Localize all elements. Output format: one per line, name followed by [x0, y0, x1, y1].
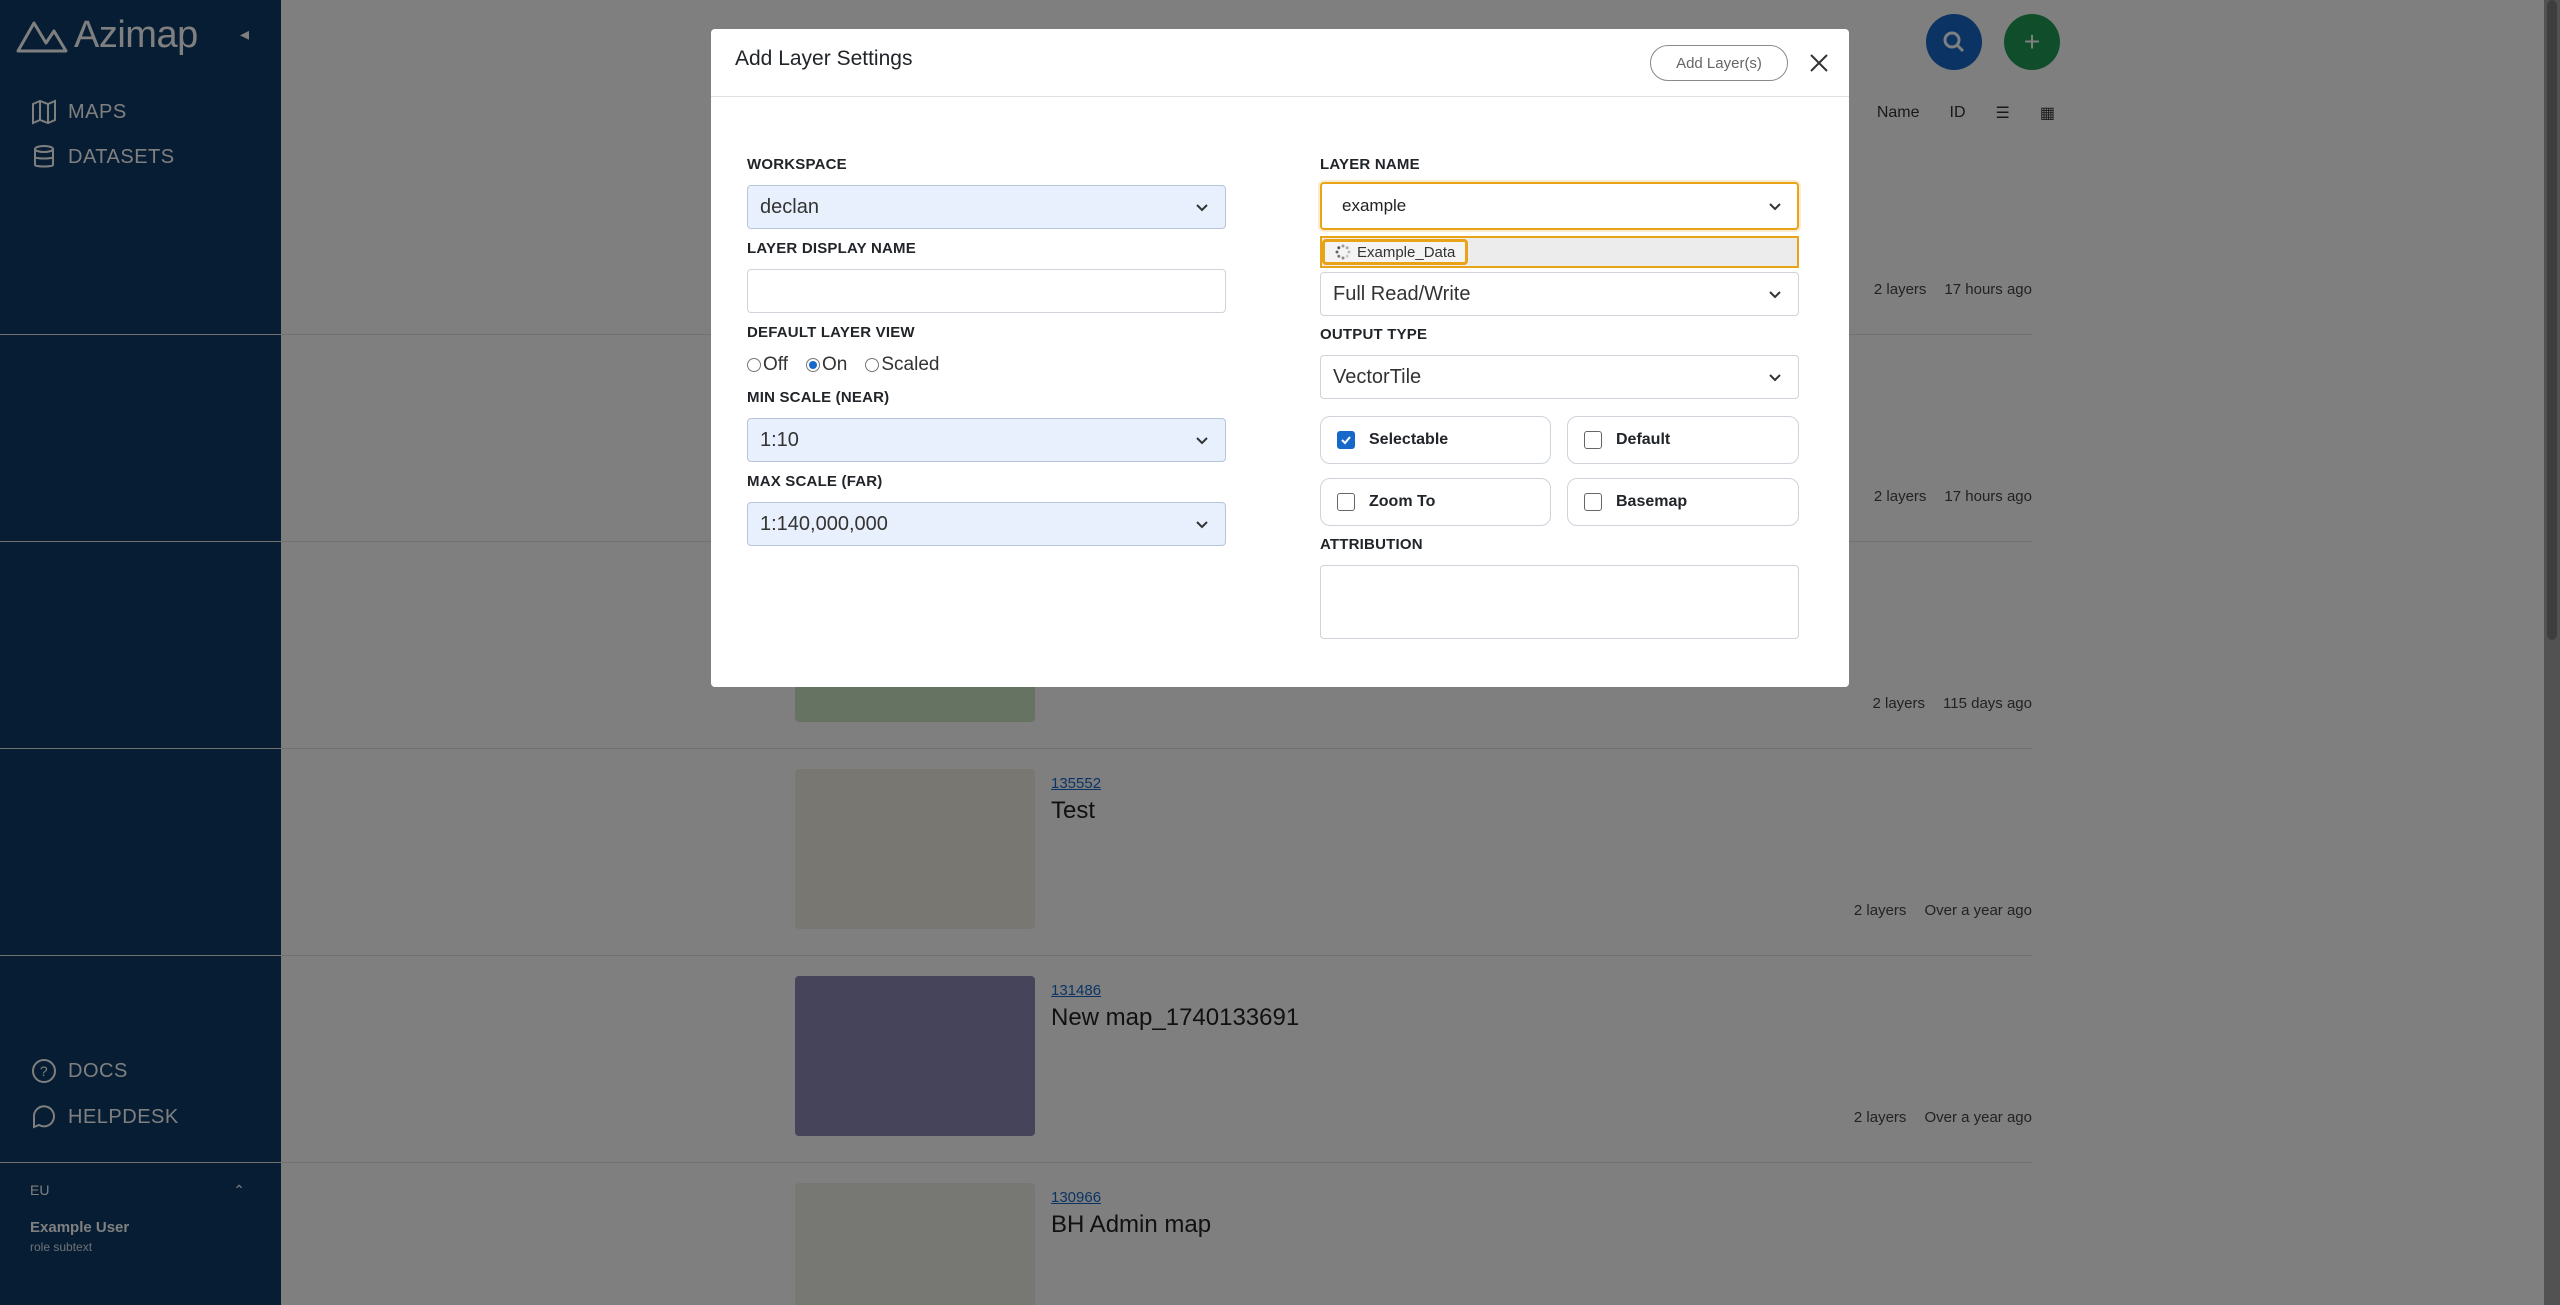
checkmark-icon [1341, 436, 1351, 445]
layer-display-name-input[interactable] [747, 269, 1226, 313]
checkbox-label: Basemap [1616, 493, 1688, 510]
chevron-down-icon [1769, 374, 1781, 382]
checkbox[interactable] [1584, 493, 1602, 511]
add-layer-settings-modal: Add Layer Settings Add Layer(s) WORKSPAC… [711, 29, 1849, 687]
selectable-checkbox-card[interactable]: Selectable [1320, 416, 1551, 464]
chevron-down-icon [1196, 204, 1208, 212]
radio-scaled[interactable]: Scaled [865, 354, 939, 376]
scrollbar[interactable] [2544, 0, 2560, 1305]
checkbox-checked[interactable] [1337, 431, 1355, 449]
attribution-textarea[interactable] [1320, 565, 1799, 639]
permission-value: Full Read/Write [1333, 282, 1471, 305]
min-scale-select[interactable]: 1:10 [747, 418, 1226, 462]
max-scale-select[interactable]: 1:140,000,000 [747, 502, 1226, 546]
layer-name-dropdown: Example_Data [1320, 236, 1799, 268]
layer-name-select[interactable]: example [1320, 182, 1799, 230]
output-type-select[interactable]: VectorTile [1320, 355, 1799, 399]
chevron-down-icon [1196, 437, 1208, 445]
default-layer-view-radios: Off On Scaled [747, 354, 939, 376]
workspace-value: declan [760, 195, 819, 218]
checkbox[interactable] [1584, 431, 1602, 449]
dropdown-option-label: Example_Data [1357, 243, 1456, 261]
default-layer-view-label: DEFAULT LAYER VIEW [747, 324, 915, 341]
modal-header: Add Layer Settings Add Layer(s) [711, 29, 1849, 97]
radio-button[interactable] [865, 358, 880, 372]
checkbox[interactable] [1337, 493, 1355, 511]
output-type-value: VectorTile [1333, 365, 1422, 388]
checkbox-label: Selectable [1369, 431, 1449, 448]
radio-off[interactable]: Off [747, 354, 788, 376]
checkbox-label: Zoom To [1369, 493, 1436, 510]
chevron-down-icon [1769, 291, 1781, 299]
radio-button[interactable] [747, 358, 761, 372]
layer-name-value[interactable]: example [1342, 196, 1406, 216]
modal-title: Add Layer Settings [735, 47, 913, 70]
radio-label: On [822, 354, 848, 375]
layer-display-name-label: LAYER DISPLAY NAME [747, 240, 916, 257]
output-type-label: OUTPUT TYPE [1320, 326, 1428, 343]
permission-select[interactable]: Full Read/Write [1320, 272, 1799, 316]
workspace-select[interactable]: declan [747, 185, 1226, 229]
radio-on[interactable]: On [806, 354, 847, 376]
add-layers-button[interactable]: Add Layer(s) [1650, 45, 1788, 81]
max-scale-value: 1:140,000,000 [760, 512, 888, 535]
chevron-down-icon [1769, 203, 1781, 211]
radio-label: Scaled [881, 354, 940, 375]
close-button[interactable] [1803, 47, 1835, 79]
attribution-label: ATTRIBUTION [1320, 536, 1423, 553]
checkbox-label: Default [1616, 431, 1671, 448]
loading-spinner-icon [1335, 244, 1351, 260]
radio-label: Off [763, 354, 788, 375]
min-scale-value: 1:10 [760, 428, 799, 451]
layer-name-label: LAYER NAME [1320, 156, 1420, 173]
scrollbar-thumb[interactable] [2547, 0, 2557, 640]
workspace-label: WORKSPACE [747, 156, 847, 173]
min-scale-label: MIN SCALE (NEAR) [747, 389, 890, 406]
default-checkbox-card[interactable]: Default [1567, 416, 1799, 464]
dropdown-option[interactable]: Example_Data [1322, 239, 1469, 265]
chevron-down-icon [1196, 521, 1208, 529]
close-icon [1810, 54, 1828, 72]
basemap-checkbox-card[interactable]: Basemap [1567, 478, 1799, 526]
radio-button[interactable] [806, 358, 820, 372]
zoom-to-checkbox-card[interactable]: Zoom To [1320, 478, 1551, 526]
max-scale-label: MAX SCALE (FAR) [747, 473, 883, 490]
